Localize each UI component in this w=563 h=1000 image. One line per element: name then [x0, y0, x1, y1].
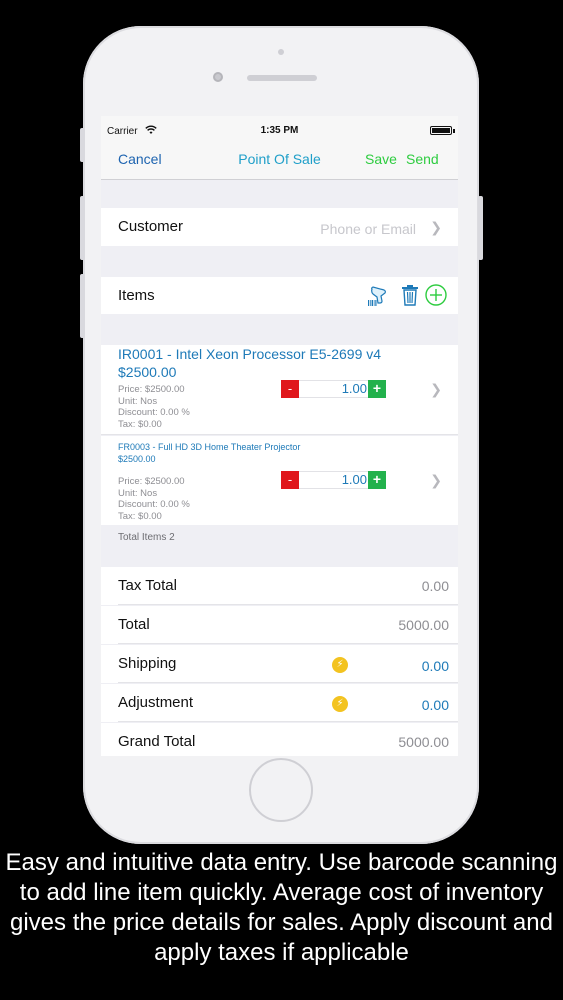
volume-up-button	[80, 196, 85, 260]
item-tax: Tax: $0.00	[118, 511, 162, 523]
tax-total-label: Tax Total	[118, 577, 177, 594]
navigation-bar: Cancel Point Of Sale Save Send	[101, 144, 458, 180]
divider	[118, 721, 458, 722]
front-camera	[213, 72, 223, 82]
power-button	[478, 196, 483, 260]
item-price-detail: Price: $2500.00	[118, 476, 185, 487]
increase-quantity-button[interactable]: +	[368, 380, 386, 398]
item-details: Price: $2500.00 Unit: Nos Discount: 0.00…	[118, 384, 190, 431]
page-title: Point Of Sale	[238, 151, 321, 167]
increase-quantity-button[interactable]: +	[368, 471, 386, 489]
promo-caption: Easy and intuitive data entry. Use barco…	[5, 849, 558, 966]
quantity-stepper: - 1.00 +	[281, 380, 386, 398]
earpiece-speaker	[247, 75, 317, 81]
item-price-detail: Price: $2500.00	[118, 384, 185, 395]
clock: 1:35 PM	[260, 125, 299, 136]
total-row: Total 5000.00	[101, 606, 458, 644]
grand-total-value: 5000.00	[398, 734, 449, 750]
items-label: Items	[118, 287, 155, 304]
total-label: Total	[118, 616, 150, 633]
line-item[interactable]: IR0001 - Intel Xeon Processor E5-2699 v4…	[101, 345, 458, 435]
total-items-count: Total Items 2	[118, 532, 175, 543]
item-amount: $2500.00	[118, 364, 177, 380]
proximity-sensor	[278, 49, 284, 55]
decrease-quantity-button[interactable]: -	[281, 471, 299, 489]
trash-icon[interactable]	[401, 284, 419, 306]
item-details: Price: $2500.00 Unit: Nos Discount: 0.00…	[118, 476, 190, 523]
divider	[118, 604, 458, 605]
item-unit: Unit: Nos	[118, 395, 158, 407]
tax-total-row: Tax Total 0.00	[101, 567, 458, 605]
item-discount: Discount: 0.00 %	[118, 499, 190, 511]
item-discount: Discount: 0.00 %	[118, 407, 190, 419]
status-bar: Carrier 1:35 PM	[101, 116, 458, 144]
customer-label: Customer	[118, 218, 184, 235]
line-item[interactable]: FR0003 - Full HD 3D Home Theater Project…	[101, 436, 458, 525]
customer-row[interactable]: Customer Phone or Email ❯	[101, 208, 458, 246]
shipping-input[interactable]: 0.00	[422, 658, 449, 674]
item-title: FR0003 - Full HD 3D Home Theater Project…	[118, 442, 301, 452]
item-unit: Unit: Nos	[118, 487, 158, 499]
add-circle-icon[interactable]	[425, 284, 447, 306]
chevron-right-icon: ❯	[430, 472, 442, 488]
tax-total-value: 0.00	[421, 578, 449, 594]
send-button[interactable]: Send	[406, 151, 439, 167]
battery-icon	[430, 126, 455, 135]
grand-total-row: Grand Total 5000.00	[101, 723, 458, 756]
barcode-scan-icon[interactable]	[367, 285, 389, 307]
total-value: 5000.00	[398, 617, 449, 633]
app-screen: Carrier 1:35 PM Cancel Point Of Sale Sav…	[101, 116, 458, 756]
quantity-field[interactable]: 1.00	[299, 380, 368, 398]
adjustment-input[interactable]: 0.00	[422, 697, 449, 713]
shipping-row[interactable]: Shipping ⚡ 0.00	[101, 645, 458, 683]
item-amount: $2500.00	[118, 454, 156, 464]
decrease-quantity-button[interactable]: -	[281, 380, 299, 398]
adjustment-row[interactable]: Adjustment ⚡ 0.00	[101, 684, 458, 722]
currency-coin-icon[interactable]: ⚡	[332, 696, 348, 712]
item-title: IR0001 - Intel Xeon Processor E5-2699 v4	[118, 346, 382, 362]
quantity-field[interactable]: 1.00	[299, 471, 368, 489]
adjustment-label: Adjustment	[118, 694, 194, 711]
currency-coin-icon[interactable]: ⚡	[332, 657, 348, 673]
quantity-stepper: - 1.00 +	[281, 471, 386, 489]
item-tax: Tax: $0.00	[118, 419, 162, 431]
grand-total-label: Grand Total	[118, 733, 196, 750]
save-button[interactable]: Save	[365, 151, 397, 167]
divider	[118, 682, 458, 683]
divider	[118, 643, 458, 644]
home-button[interactable]	[249, 758, 313, 822]
mute-switch	[80, 128, 85, 162]
volume-down-button	[80, 274, 85, 338]
chevron-right-icon: ❯	[430, 381, 442, 397]
items-header-row: Items	[101, 277, 458, 314]
shipping-label: Shipping	[118, 655, 177, 672]
chevron-right-icon: ❯	[430, 219, 442, 235]
customer-input[interactable]: Phone or Email	[320, 221, 416, 237]
